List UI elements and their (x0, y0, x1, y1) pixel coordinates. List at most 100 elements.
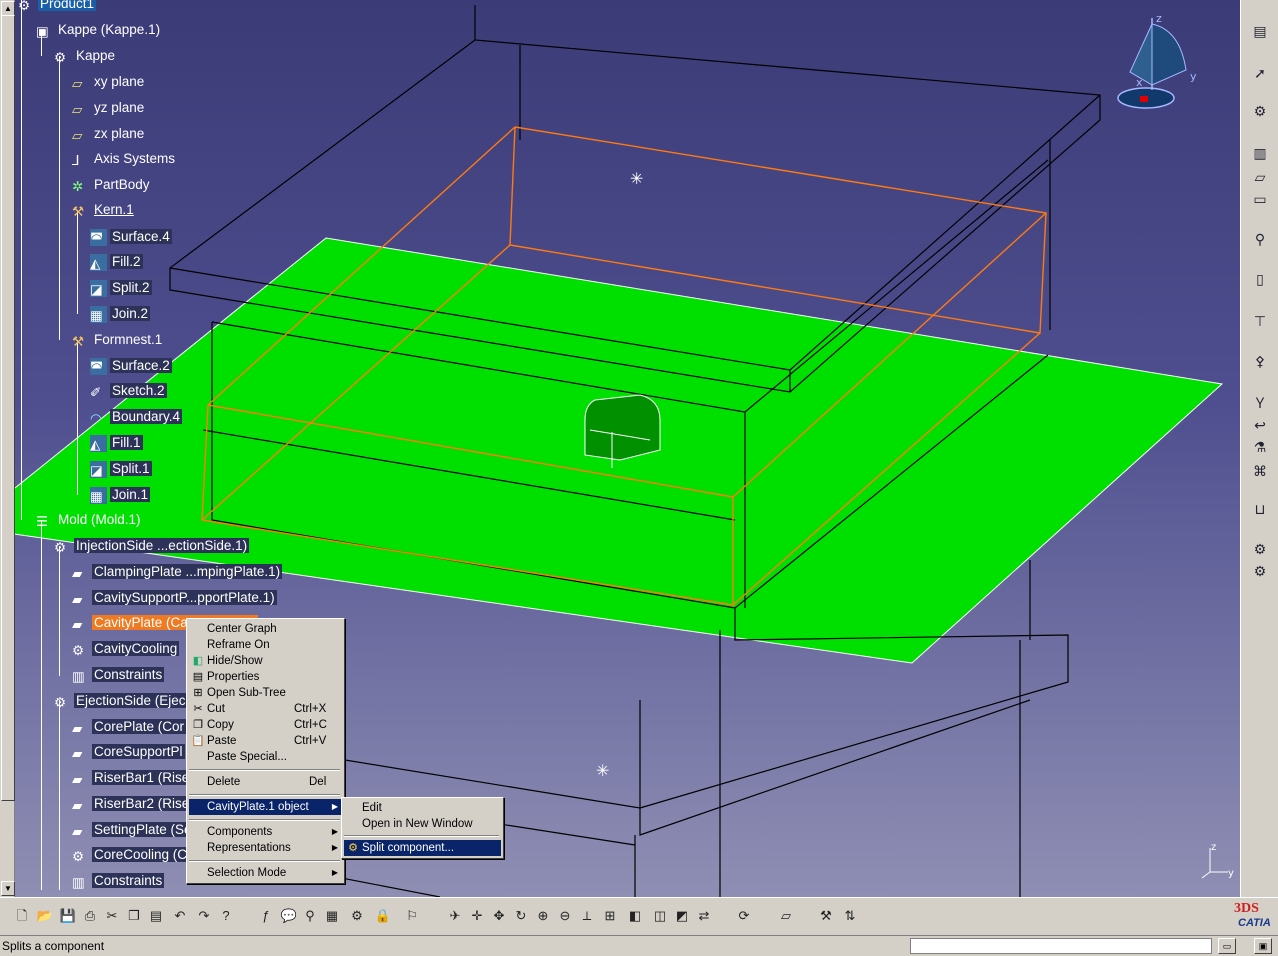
lock-icon[interactable]: 🔒 (373, 906, 393, 926)
submenu-item-split-component[interactable]: ⚙ Split component... (344, 840, 501, 856)
fit-all-icon[interactable]: ✛ (467, 906, 487, 926)
normal-view-icon[interactable]: ⟂ (577, 906, 597, 926)
tree-item-product1[interactable]: ⚙ Product1 (18, 0, 97, 14)
select-arrow-icon[interactable]: ➚ (1249, 62, 1271, 84)
help-icon[interactable]: ? (216, 906, 236, 926)
guide-tool-icon[interactable]: ▯ (1249, 268, 1271, 290)
comment-icon[interactable]: 💬 (279, 906, 299, 926)
tree-item-constraints-2[interactable]: ▥ Constraints (72, 871, 165, 891)
tree-item-riserbar1[interactable]: ▰ RiserBar1 (Riser (72, 768, 196, 788)
product-tool-icon[interactable]: ⚙ (347, 906, 367, 926)
copy-icon[interactable]: ❐ (124, 906, 144, 926)
pan-icon[interactable]: ✥ (489, 906, 509, 926)
shading-icon[interactable]: ◫ (650, 906, 670, 926)
tree-item-setting-plate[interactable]: ▰ SettingPlate (Se (72, 820, 194, 840)
menu-item-cavityplate-object[interactable]: CavityPlate.1 object ▶ (189, 799, 342, 815)
sprue-tool-icon[interactable]: Ｙ (1249, 392, 1271, 414)
tree-item-kappe-instance[interactable]: ▣ Kappe (Kappe.1) (36, 20, 162, 40)
zoom-out-icon[interactable]: ⊖ (555, 906, 575, 926)
open-file-icon[interactable]: 📂 (35, 906, 55, 926)
split-view-icon[interactable]: ⇅ (840, 906, 860, 926)
redo-icon[interactable]: ↷ (194, 906, 214, 926)
tree-item-formnest[interactable]: ⚒ Formnest.1 (72, 330, 164, 350)
toolbar-tool-icon[interactable]: ▤ (1249, 20, 1271, 42)
tree-scrollbar[interactable]: ▲ ▼ (0, 0, 15, 897)
gate-tool-icon[interactable]: ⚗ (1249, 436, 1271, 458)
menu-item-delete[interactable]: Delete Del (189, 774, 342, 790)
menu-item-cut[interactable]: ✂ Cut Ctrl+X (189, 701, 342, 717)
scroll-down-arrow-icon[interactable]: ▼ (1, 881, 15, 896)
assembly-tool-icon[interactable]: ⚙ (1249, 538, 1271, 560)
cooling-tool-icon[interactable]: ⌘ (1249, 460, 1271, 482)
tree-item-injection-side[interactable]: ⚙ InjectionSide ...ectionSide.1) (54, 536, 250, 556)
update-icon[interactable]: ⟳ (734, 906, 754, 926)
compass-icon[interactable]: z y x (1110, 10, 1210, 115)
ejector-tool-icon[interactable]: ⊤ (1249, 310, 1271, 332)
tree-item-surface4[interactable]: ◚ Surface.4 (90, 227, 172, 247)
fly-mode-icon[interactable]: ✈ (445, 906, 465, 926)
update-tool-icon[interactable]: ⚙ (1249, 560, 1271, 582)
tree-item-clamping-plate[interactable]: ▰ ClampingPlate ...mpingPlate.1) (72, 562, 283, 582)
parameter-icon[interactable]: ⚲ (300, 906, 320, 926)
tree-item-fill2[interactable]: ◭ Fill.2 (90, 252, 143, 272)
tree-item-cavity-cooling[interactable]: ⚙ CavityCooling (72, 639, 180, 659)
zoom-in-icon[interactable]: ⊕ (533, 906, 553, 926)
menu-item-paste-special[interactable]: Paste Special... (189, 749, 342, 765)
tree-item-surface2[interactable]: ◚ Surface.2 (90, 356, 172, 376)
tree-item-cavity-support-plate[interactable]: ▰ CavitySupportP...pportPlate.1) (72, 588, 277, 608)
tree-item-axis-systems[interactable]: ⅃ Axis Systems (72, 149, 177, 169)
undo-icon[interactable]: ↶ (170, 906, 190, 926)
analysis-icon[interactable]: ⚒ (816, 906, 836, 926)
tree-item-split2[interactable]: ◪ Split.2 (90, 278, 152, 298)
eraser-icon[interactable]: ▱ (1249, 166, 1271, 188)
knowledge-icon[interactable]: ⚐ (402, 906, 422, 926)
tree-item-join1[interactable]: ▦ Join.1 (90, 485, 151, 505)
multi-view-icon[interactable]: ⊞ (600, 906, 620, 926)
table-icon[interactable]: ▦ (322, 906, 342, 926)
component-tool-icon[interactable]: ▭ (1249, 188, 1271, 210)
save-icon[interactable]: 💾 (58, 906, 78, 926)
screw-tool-icon[interactable]: ⚴ (1249, 350, 1271, 372)
menu-item-hide-show[interactable]: ◧ Hide/Show (189, 653, 342, 669)
new-file-icon[interactable]: 🗋 (12, 906, 32, 926)
tree-item-yz-plane[interactable]: ▱ yz plane (72, 98, 146, 118)
cut-icon[interactable]: ✂ (102, 906, 122, 926)
menu-item-selection-mode[interactable]: Selection Mode ▶ (189, 865, 342, 881)
menu-item-components[interactable]: Components ▶ (189, 824, 342, 840)
scroll-up-arrow-icon[interactable]: ▲ (1, 1, 15, 16)
hide-show-icon[interactable]: ◩ (672, 906, 692, 926)
menu-item-reframe-on[interactable]: Reframe On (189, 637, 342, 653)
mold-base-icon[interactable]: ⚙ (1249, 100, 1271, 122)
rotate-icon[interactable]: ↻ (511, 906, 531, 926)
measure-icon[interactable]: ▱ (776, 906, 796, 926)
tree-item-boundary4[interactable]: ◠ Boundary.4 (90, 407, 183, 427)
tree-item-ejection-side[interactable]: ⚙ EjectionSide (Ejec (54, 691, 188, 711)
tree-item-join2[interactable]: ▦ Join.2 (90, 304, 151, 324)
formula-icon[interactable]: ƒ (256, 906, 276, 926)
pin-tool-icon[interactable]: ⚲ (1249, 228, 1271, 250)
tree-item-core-plate[interactable]: ▰ CorePlate (Cor (72, 717, 187, 737)
tree-item-core-cooling[interactable]: ⚙ CoreCooling (C (72, 845, 190, 865)
tree-item-kappe[interactable]: ⚙ Kappe (54, 46, 117, 66)
submenu-item-edit[interactable]: Edit (344, 800, 501, 816)
tree-item-constraints-1[interactable]: ▥ Constraints (72, 665, 165, 685)
paste-icon[interactable]: ▤ (146, 906, 166, 926)
tree-item-kern[interactable]: ⚒ Kern.1 (72, 200, 136, 220)
command-input[interactable] (910, 938, 1212, 954)
swap-space-icon[interactable]: ⇄ (694, 906, 714, 926)
menu-item-center-graph[interactable]: Center Graph (189, 621, 342, 637)
tree-item-zx-plane[interactable]: ▱ zx plane (72, 124, 146, 144)
tree-item-core-support-plate[interactable]: ▰ CoreSupportPl (72, 742, 185, 762)
split-tool-icon[interactable]: ⊔ (1249, 498, 1271, 520)
menu-item-paste[interactable]: 📋 Paste Ctrl+V (189, 733, 342, 749)
tree-item-partbody[interactable]: ✲ PartBody (72, 175, 152, 195)
menu-item-properties[interactable]: ▤ Properties (189, 669, 342, 685)
scroll-thumb[interactable] (1, 15, 15, 801)
tree-item-sketch2[interactable]: ✐ Sketch.2 (90, 381, 167, 401)
menu-item-open-sub-tree[interactable]: ⊞ Open Sub-Tree (189, 685, 342, 701)
tree-item-riserbar2[interactable]: ▰ RiserBar2 (Riser (72, 794, 196, 814)
command-list-icon[interactable]: ▭ (1218, 938, 1236, 954)
menu-item-representations[interactable]: Representations ▶ (189, 840, 342, 856)
iso-view-icon[interactable]: ◧ (625, 906, 645, 926)
print-icon[interactable]: ⎙ (80, 906, 100, 926)
